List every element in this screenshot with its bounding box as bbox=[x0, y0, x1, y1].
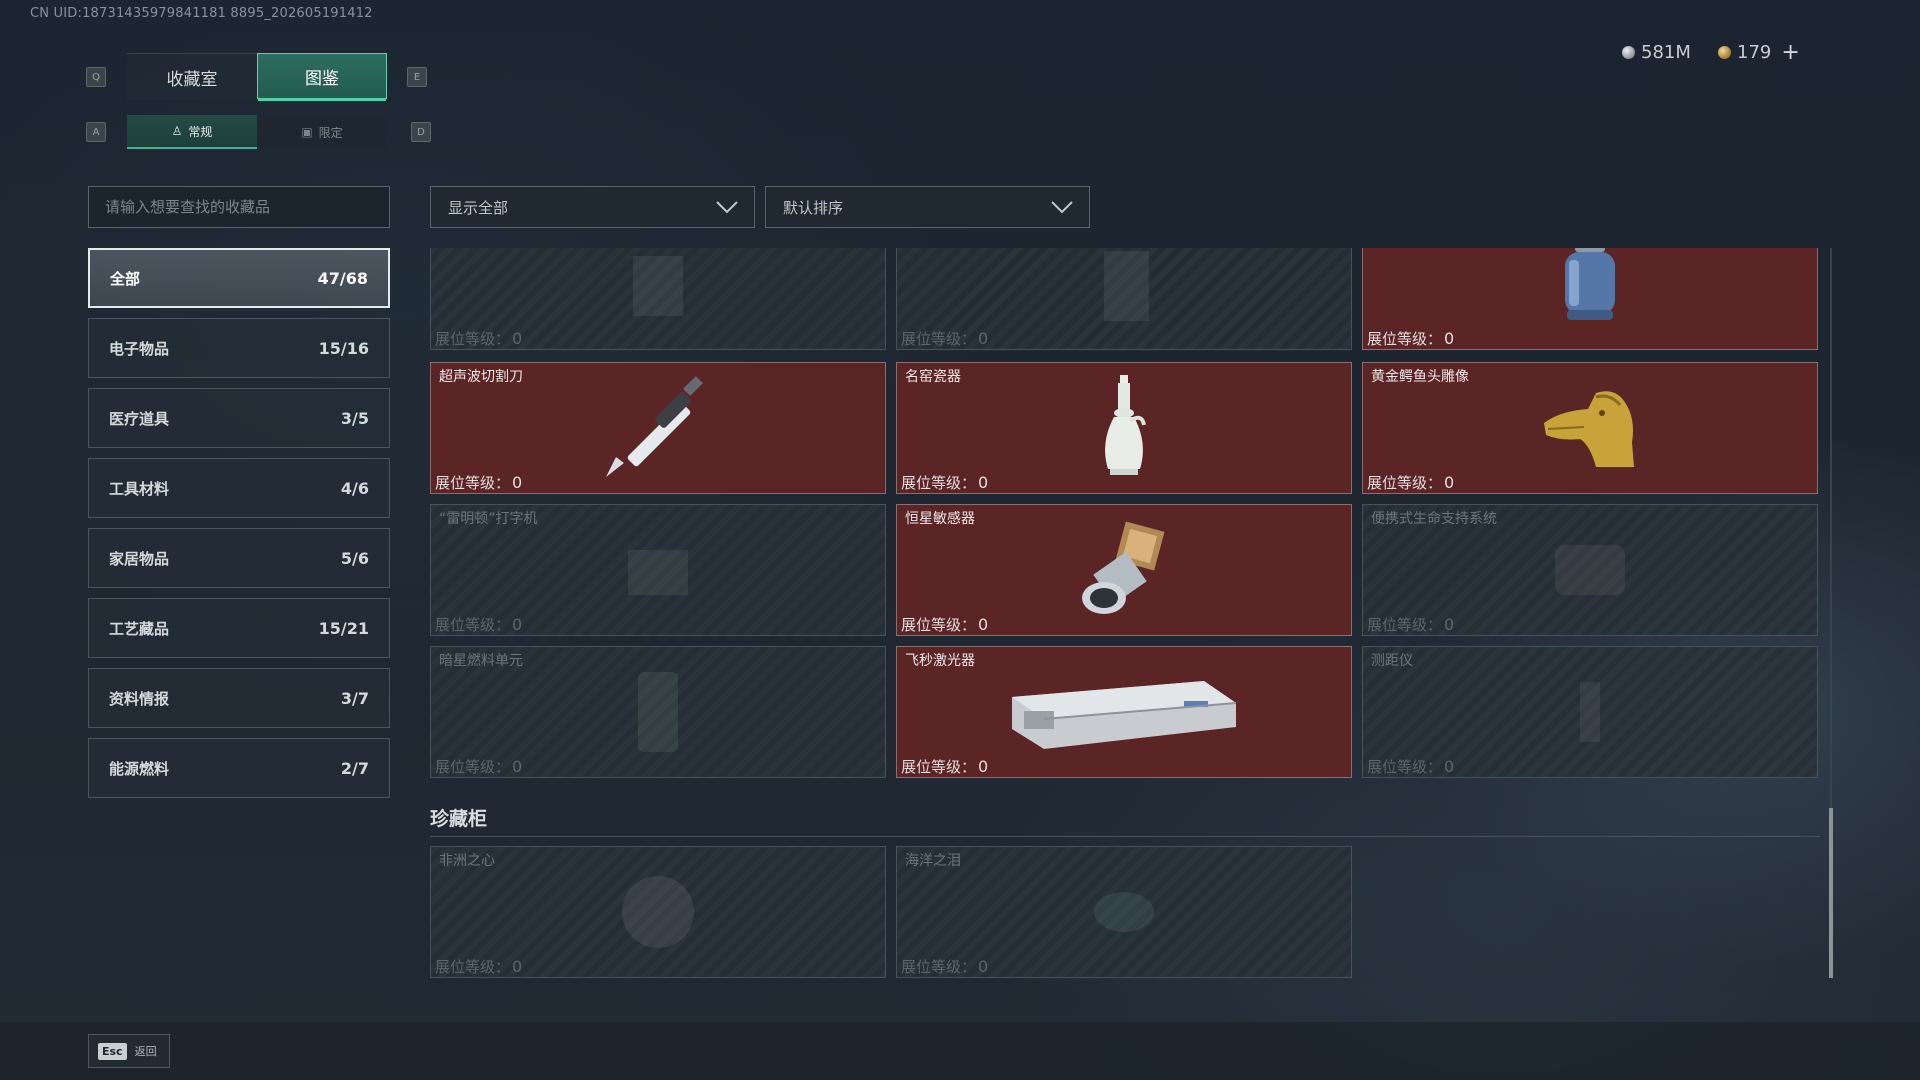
item-name: 海洋之泪 bbox=[905, 853, 961, 869]
item-level: 展位等级： 0 bbox=[901, 615, 989, 634]
tab-catalog[interactable]: 图鉴 bbox=[257, 53, 387, 101]
category-medical[interactable]: 医疗道具 3/5 bbox=[88, 388, 390, 448]
tab-collection-room[interactable]: 收藏室 bbox=[127, 53, 257, 100]
category-electronics[interactable]: 电子物品 15/16 bbox=[88, 318, 390, 378]
search-input[interactable] bbox=[88, 186, 390, 228]
category-count: 2/7 bbox=[340, 758, 369, 778]
item-name: 超声波切割刀 bbox=[439, 369, 523, 385]
subtab-regular-label: 常规 bbox=[188, 124, 213, 139]
category-count: 5/6 bbox=[340, 548, 369, 568]
item-card[interactable]: 名窑瓷器 展位等级： 0 bbox=[896, 362, 1352, 494]
esc-key-hint: Esc bbox=[98, 1042, 127, 1060]
chevron-down-icon bbox=[716, 201, 738, 214]
image-icon: ▣ bbox=[301, 125, 313, 139]
bottom-bar bbox=[0, 1022, 1920, 1080]
cabinet-item-card[interactable]: 海洋之泪 展位等级： 0 bbox=[896, 846, 1352, 978]
filter-dropdown-value: 显示全部 bbox=[448, 198, 509, 217]
silver-coin-icon bbox=[1622, 45, 1635, 59]
gold-coin-icon bbox=[1718, 45, 1731, 59]
item-level: 展位等级： 0 bbox=[901, 757, 989, 776]
item-card[interactable]: 超声波切割刀 展位等级： 0 bbox=[430, 362, 886, 494]
item-level: 展位等级： 0 bbox=[901, 473, 989, 492]
category-fuel[interactable]: 能源燃料 2/7 bbox=[88, 738, 390, 798]
gold-amount: 179 bbox=[1737, 41, 1772, 63]
item-card[interactable]: 便携式生命支持系统 展位等级： 0 bbox=[1362, 504, 1818, 636]
item-name: 名窑瓷器 bbox=[905, 369, 961, 385]
item-level: 展位等级： 0 bbox=[435, 615, 523, 634]
category-count: 3/5 bbox=[340, 408, 369, 428]
item-card[interactable]: 测距仪 展位等级： 0 bbox=[1362, 646, 1818, 778]
subtab-regular[interactable]: ♙ 常规 bbox=[127, 115, 257, 149]
item-card[interactable]: 展位等级： 0 bbox=[1362, 248, 1818, 350]
silver-currency: 581M bbox=[1622, 40, 1691, 64]
item-level: 展位等级： 0 bbox=[901, 957, 989, 976]
item-card[interactable]: 恒星敏感器 展位等级： 0 bbox=[896, 504, 1352, 636]
item-name: 测距仪 bbox=[1371, 653, 1413, 669]
item-card[interactable]: 展位等级： 0 bbox=[896, 248, 1352, 350]
category-all[interactable]: 全部 47/68 bbox=[88, 248, 390, 308]
key-hint-e: E bbox=[407, 67, 427, 87]
category-label: 家居物品 bbox=[109, 549, 170, 568]
gold-currency: 179 + bbox=[1718, 40, 1800, 65]
category-label: 医疗道具 bbox=[109, 409, 170, 428]
category-household[interactable]: 家居物品 5/6 bbox=[88, 528, 390, 588]
item-level: 展位等级： 0 bbox=[1367, 473, 1455, 492]
key-hint-q: Q bbox=[86, 67, 106, 87]
item-card[interactable]: “雷明顿”打字机 展位等级： 0 bbox=[430, 504, 886, 636]
back-label: 返回 bbox=[134, 1045, 157, 1058]
item-name: 黄金鳄鱼头雕像 bbox=[1371, 369, 1469, 385]
key-hint-a: A bbox=[86, 122, 106, 142]
item-card[interactable]: 暗星燃料单元 展位等级： 0 bbox=[430, 646, 886, 778]
category-count: 3/7 bbox=[340, 688, 369, 708]
item-level: 展位等级： 0 bbox=[1367, 615, 1455, 634]
category-label: 工艺藏品 bbox=[109, 619, 170, 638]
sort-dropdown-value: 默认排序 bbox=[783, 198, 844, 217]
category-label: 资料情报 bbox=[109, 689, 170, 708]
item-card[interactable]: 展位等级： 0 bbox=[430, 248, 886, 350]
filter-dropdown[interactable]: 显示全部 bbox=[430, 186, 755, 228]
item-level: 展位等级： 0 bbox=[435, 473, 523, 492]
item-level: 展位等级： 0 bbox=[1367, 329, 1455, 348]
key-hint-d: D bbox=[411, 122, 431, 142]
item-level: 展位等级： 0 bbox=[435, 757, 523, 776]
section-divider bbox=[430, 836, 1820, 837]
item-name: 便携式生命支持系统 bbox=[1371, 511, 1497, 527]
category-count: 47/68 bbox=[317, 268, 368, 288]
category-label: 工具材料 bbox=[109, 479, 170, 498]
item-level: 展位等级： 0 bbox=[435, 957, 523, 976]
item-name: 恒星敏感器 bbox=[905, 511, 975, 527]
category-count: 15/21 bbox=[318, 618, 369, 638]
add-currency-button[interactable]: + bbox=[1781, 40, 1799, 65]
category-tools[interactable]: 工具材料 4/6 bbox=[88, 458, 390, 518]
item-level: 展位等级： 0 bbox=[1367, 757, 1455, 776]
item-card[interactable]: 黄金鳄鱼头雕像 展位等级： 0 bbox=[1362, 362, 1818, 494]
item-name: 暗星燃料单元 bbox=[439, 653, 523, 669]
chevron-down-icon bbox=[1051, 201, 1073, 214]
category-count: 4/6 bbox=[340, 478, 369, 498]
item-name: 非洲之心 bbox=[439, 853, 495, 869]
silver-amount: 581M bbox=[1641, 41, 1691, 63]
item-name: “雷明顿”打字机 bbox=[439, 511, 538, 527]
item-grid: 展位等级： 0 展位等级： 0 展位等级： 0 超声波切割刀 展位等级： 0 名… bbox=[430, 248, 1820, 988]
item-name: 飞秒激光器 bbox=[905, 653, 975, 669]
category-label: 能源燃料 bbox=[109, 759, 170, 778]
cabinet-section-title: 珍藏柜 bbox=[430, 808, 488, 830]
uid-text: CN UID:18731435979841181 8895_2026051914… bbox=[30, 6, 373, 21]
category-label: 电子物品 bbox=[109, 339, 170, 358]
sort-dropdown[interactable]: 默认排序 bbox=[765, 186, 1090, 228]
back-button[interactable]: Esc 返回 bbox=[88, 1034, 170, 1068]
item-level: 展位等级： 0 bbox=[435, 329, 523, 348]
scrollbar-thumb[interactable] bbox=[1829, 808, 1833, 978]
subtab-limited[interactable]: ▣ 限定 bbox=[257, 115, 387, 149]
category-intel[interactable]: 资料情报 3/7 bbox=[88, 668, 390, 728]
category-label: 全部 bbox=[110, 269, 141, 288]
cabinet-item-card[interactable]: 非洲之心 展位等级： 0 bbox=[430, 846, 886, 978]
item-card[interactable]: 飞秒激光器 展位等级： 0 bbox=[896, 646, 1352, 778]
item-level: 展位等级： 0 bbox=[901, 329, 989, 348]
person-icon: ♙ bbox=[171, 124, 183, 138]
category-crafts[interactable]: 工艺藏品 15/21 bbox=[88, 598, 390, 658]
subtab-limited-label: 限定 bbox=[318, 125, 343, 140]
category-count: 15/16 bbox=[318, 338, 369, 358]
